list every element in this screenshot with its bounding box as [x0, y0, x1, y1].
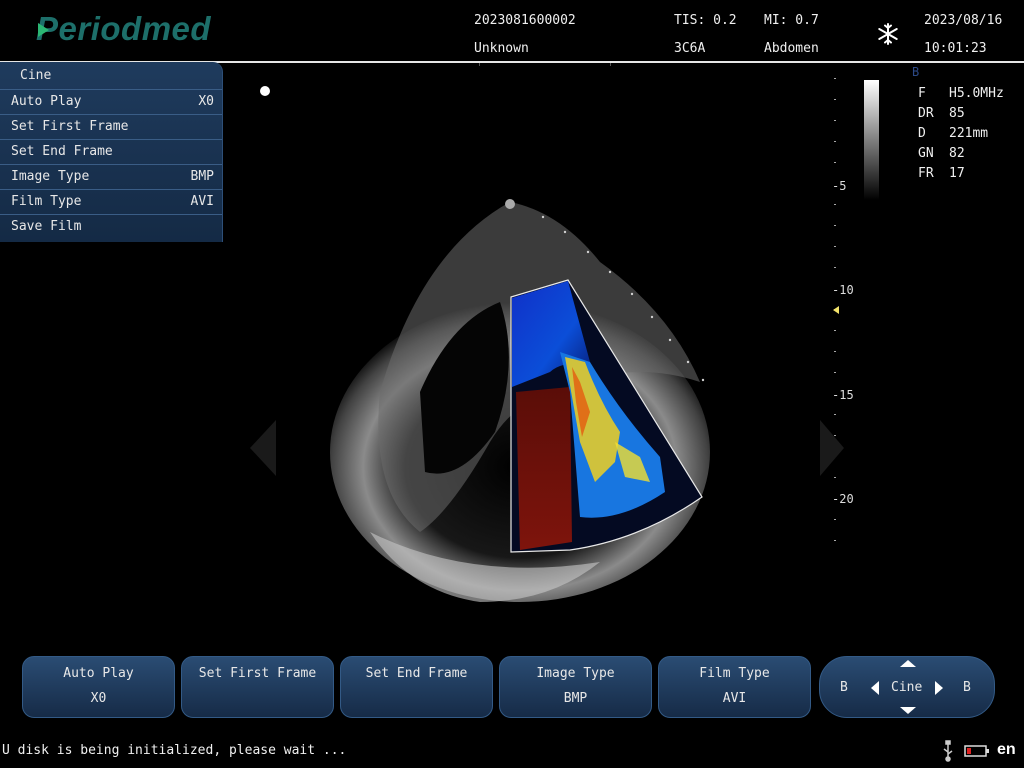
button-value: BMP — [563, 691, 588, 706]
button-label: Set First Frame — [198, 666, 317, 681]
param-key: D — [918, 126, 926, 141]
menu-item-value: BMP — [190, 169, 214, 184]
auto-play-button[interactable]: Auto Play X0 — [22, 656, 175, 718]
menu-item-image-type[interactable]: Image Type BMP — [0, 164, 222, 188]
brand-logo: Periodmed — [36, 10, 211, 48]
usb-icon — [943, 740, 953, 762]
menu-item-set-first-frame[interactable]: Set First Frame — [0, 114, 222, 138]
patient-id: 2023081600002 — [474, 13, 576, 28]
menu-item-save-film[interactable]: Save Film — [0, 214, 222, 238]
cine-right-label: B — [963, 680, 971, 695]
patient-name: Unknown — [474, 41, 529, 56]
orientation-marker — [260, 86, 270, 96]
button-label: Image Type — [536, 666, 615, 681]
cine-down-arrow-icon[interactable] — [900, 707, 916, 714]
grayscale-bar — [864, 80, 879, 200]
exam-date: 2023/08/16 — [924, 13, 1003, 28]
apex-marker — [505, 199, 515, 209]
menu-item-label: Set End Frame — [11, 144, 113, 159]
image-type-button[interactable]: Image Type BMP — [499, 656, 652, 718]
status-message: U disk is being initialized, please wait… — [2, 743, 347, 758]
film-type-button[interactable]: Film Type AVI — [658, 656, 811, 718]
exam-preset: Abdomen — [764, 41, 819, 56]
imaging-mode: B — [912, 65, 920, 79]
menu-item-set-end-frame[interactable]: Set End Frame — [0, 139, 222, 163]
logo-text: Periodmed — [36, 10, 212, 47]
menu-item-film-type[interactable]: Film Type AVI — [0, 189, 222, 213]
param-value: H5.0MHz — [949, 86, 1004, 101]
cine-left-label: B — [840, 680, 848, 695]
button-label: Set End Frame — [365, 666, 468, 681]
menu-item-label: Save Film — [11, 219, 82, 234]
left-arrow-decor — [250, 420, 276, 476]
param-key: GN — [918, 146, 934, 161]
freeze-snowflake-icon — [878, 23, 898, 45]
param-key: FR — [918, 166, 934, 181]
focus-marker-icon[interactable] — [833, 306, 839, 314]
cine-center-label: Cine — [891, 680, 923, 695]
flow-red-region — [516, 387, 572, 550]
param-value: 221mm — [949, 126, 989, 141]
button-label: Auto Play — [63, 666, 134, 681]
tis-value: TIS: 0.2 — [674, 13, 737, 28]
cine-next-arrow-icon[interactable] — [935, 681, 943, 695]
menu-item-value: AVI — [190, 194, 214, 209]
exam-time: 10:01:23 — [924, 41, 987, 56]
menu-item-label: Image Type — [11, 169, 90, 184]
button-value: X0 — [90, 691, 107, 706]
menu-item-auto-play[interactable]: Auto Play X0 — [0, 89, 222, 113]
menu-item-value: X0 — [198, 94, 214, 109]
menu-item-label: Set First Frame — [11, 119, 129, 134]
language-indicator[interactable]: en — [997, 741, 1016, 759]
battery-icon — [964, 745, 989, 757]
logo-arrow-icon — [38, 23, 49, 37]
param-value: 85 — [949, 106, 965, 121]
menu-item-label: Auto Play — [11, 94, 82, 109]
cine-up-arrow-icon[interactable] — [900, 660, 916, 667]
set-end-frame-button[interactable]: Set End Frame — [340, 656, 493, 718]
right-arrow-decor — [820, 420, 844, 476]
cine-side-menu: Cine Auto Play X0 Set First Frame Set En… — [0, 62, 223, 242]
cine-navigation-control[interactable]: B Cine B — [819, 656, 995, 718]
button-value: AVI — [722, 691, 747, 706]
menu-item-label: Film Type — [11, 194, 82, 209]
param-value: 82 — [949, 146, 965, 161]
button-label: Film Type — [699, 666, 770, 681]
param-value: 17 — [949, 166, 965, 181]
cine-menu-title: Cine — [20, 68, 52, 83]
param-key: F — [918, 86, 926, 101]
param-key: DR — [918, 106, 934, 121]
ultrasound-image[interactable] — [220, 62, 840, 652]
set-first-frame-button[interactable]: Set First Frame — [181, 656, 334, 718]
probe-name: 3C6A — [674, 41, 706, 56]
mi-value: MI: 0.7 — [764, 13, 819, 28]
cine-prev-arrow-icon[interactable] — [871, 681, 879, 695]
